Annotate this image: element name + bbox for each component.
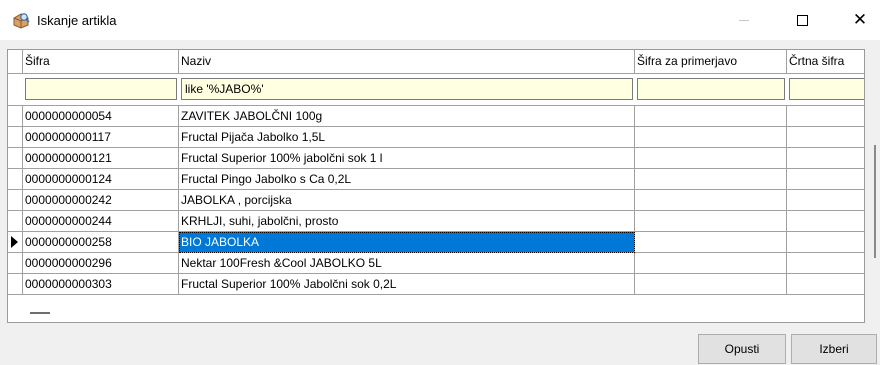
row-indicator[interactable] — [8, 253, 23, 274]
window-title: Iskanje artikla — [37, 13, 117, 28]
title-bar: Iskanje artikla ✕ — [0, 0, 880, 40]
select-button[interactable]: Izberi — [791, 334, 877, 364]
filter-input-sifra[interactable] — [25, 78, 177, 100]
row-indicator[interactable] — [8, 169, 23, 190]
cell-crtna[interactable] — [787, 190, 864, 211]
row-indicator[interactable] — [8, 232, 23, 253]
column-header-naziv[interactable]: Naziv — [179, 50, 635, 74]
cell-sifra[interactable]: 0000000000124 — [23, 169, 179, 190]
row-indicator[interactable] — [8, 274, 23, 295]
row-indicator[interactable] — [8, 106, 23, 127]
cell-primerjava[interactable] — [635, 127, 787, 148]
minimize-button[interactable] — [721, 0, 767, 40]
column-header-primerjava[interactable]: Šifra za primerjavo — [635, 50, 787, 74]
cell-primerjava[interactable] — [635, 190, 787, 211]
cell-sifra[interactable]: 0000000000121 — [23, 148, 179, 169]
cell-naziv[interactable]: Fructal Superior 100% Jabolčni sok 0,2L — [179, 274, 635, 295]
cell-primerjava[interactable] — [635, 253, 787, 274]
cell-sifra[interactable]: 0000000000244 — [23, 211, 179, 232]
vertical-scrollbar-thumb[interactable] — [874, 145, 876, 258]
cell-sifra[interactable]: 0000000000242 — [23, 190, 179, 211]
search-box-icon — [13, 13, 30, 29]
cell-crtna[interactable] — [787, 274, 864, 295]
minimize-icon — [739, 19, 749, 21]
row-indicator[interactable] — [8, 127, 23, 148]
filter-input-naziv[interactable]: like '%JABO%' — [181, 78, 633, 100]
cell-sifra[interactable]: 0000000000258 — [23, 232, 179, 253]
cell-sifra[interactable]: 0000000000117 — [23, 127, 179, 148]
cell-sifra[interactable]: 0000000000303 — [23, 274, 179, 295]
cell-crtna[interactable] — [787, 127, 864, 148]
filter-input-crtna[interactable] — [789, 78, 864, 100]
cell-naziv[interactable]: JABOLKA , porcijska — [179, 190, 635, 211]
cell-primerjava[interactable] — [635, 274, 787, 295]
filter-input-primerjava[interactable] — [637, 78, 785, 100]
close-button[interactable]: ✕ — [837, 0, 880, 40]
cell-naziv[interactable]: Nektar 100Fresh &Cool JABOLKO 5L — [179, 253, 635, 274]
cell-primerjava[interactable] — [635, 232, 787, 253]
cell-crtna[interactable] — [787, 169, 864, 190]
cell-naziv[interactable]: ZAVITEK JABOLČNI 100g — [179, 106, 635, 127]
row-indicator[interactable] — [8, 211, 23, 232]
column-header-sifra[interactable]: Šifra — [23, 50, 179, 74]
current-row-arrow-icon — [11, 236, 18, 248]
row-indicator[interactable] — [8, 148, 23, 169]
cell-primerjava[interactable] — [635, 148, 787, 169]
cancel-button[interactable]: Opusti — [698, 334, 786, 364]
cell-primerjava[interactable] — [635, 169, 787, 190]
cell-naziv[interactable]: Fructal Pingo Jabolko s Ca 0,2L — [179, 169, 635, 190]
grid-footer-handle[interactable] — [30, 312, 50, 314]
cell-crtna[interactable] — [787, 106, 864, 127]
row-indicator[interactable] — [8, 190, 23, 211]
close-icon: ✕ — [852, 10, 868, 30]
cell-naziv[interactable]: Fructal Superior 100% jabolčni sok 1 l — [179, 148, 635, 169]
cell-crtna[interactable] — [787, 211, 864, 232]
maximize-button[interactable] — [779, 0, 825, 40]
column-header-crtna[interactable]: Črtna šifra — [787, 50, 864, 74]
article-grid[interactable]: Šifra Naziv like '%JABO%' Šifra za primerja… — [7, 49, 865, 323]
maximize-icon — [796, 14, 808, 26]
cell-primerjava[interactable] — [635, 211, 787, 232]
cell-sifra[interactable]: 0000000000054 — [23, 106, 179, 127]
indicator-header — [8, 50, 23, 74]
cell-primerjava[interactable] — [635, 106, 787, 127]
cell-sifra[interactable]: 0000000000296 — [23, 253, 179, 274]
cell-crtna[interactable] — [787, 148, 864, 169]
cell-naziv[interactable]: Fructal Pijača Jabolko 1,5L — [179, 127, 635, 148]
cell-crtna[interactable] — [787, 253, 864, 274]
cell-crtna[interactable] — [787, 232, 864, 253]
cell-naziv[interactable]: BIO JABOLKA — [179, 232, 635, 253]
cell-naziv[interactable]: KRHLJI, suhi, jabolčni, prosto — [179, 211, 635, 232]
